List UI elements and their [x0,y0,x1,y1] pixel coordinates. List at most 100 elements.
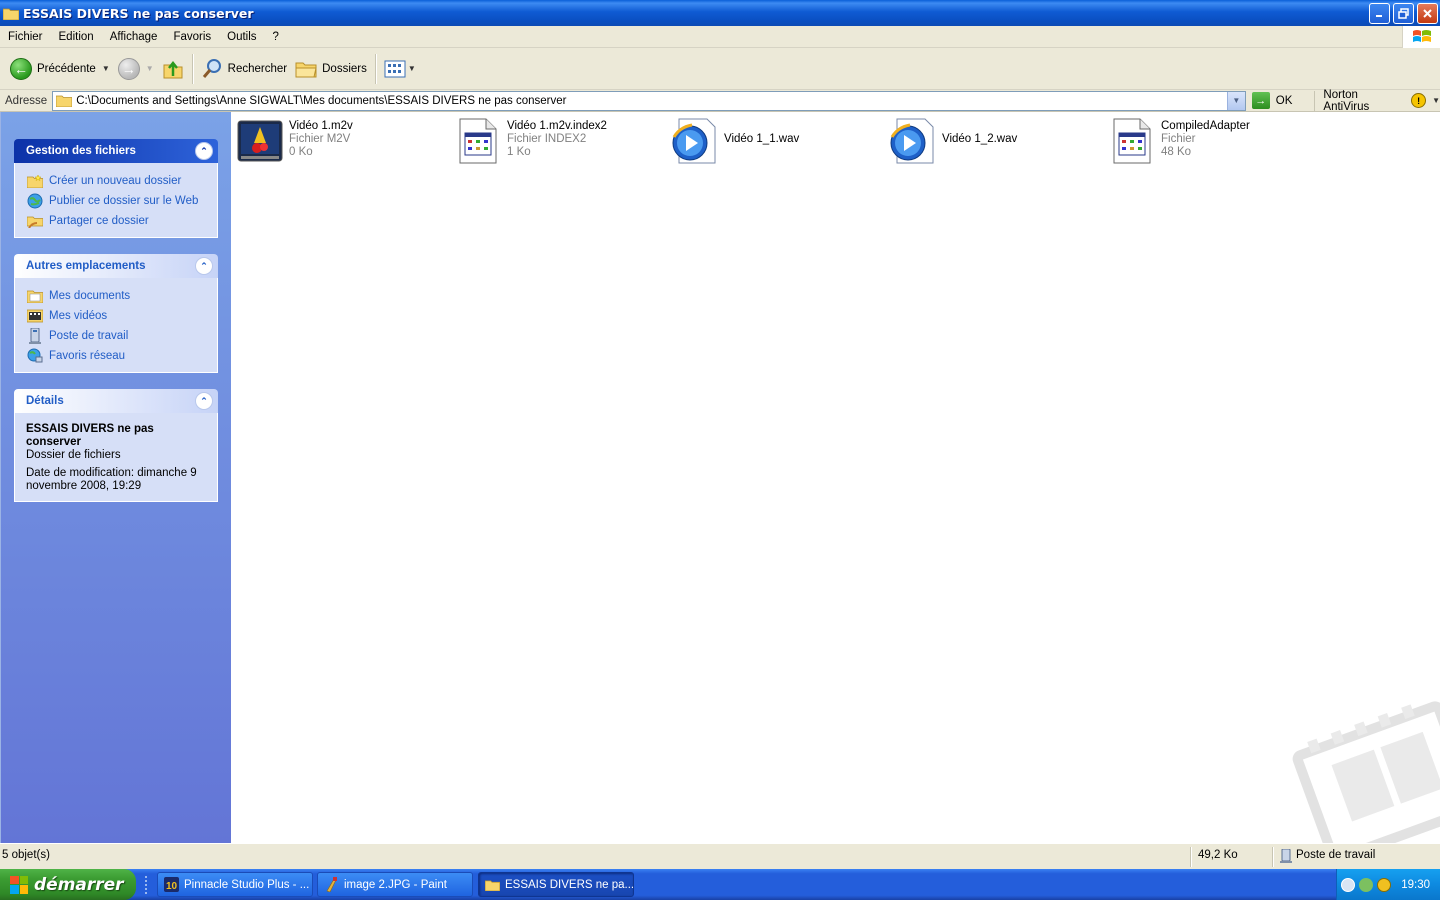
place-label: Mes documents [49,290,131,302]
menu-affichage[interactable]: Affichage [102,31,166,43]
restore-icon [1398,8,1409,19]
taskbar-item-label: Pinnacle Studio Plus - ... [184,878,310,891]
collapse-icon[interactable]: ⌃ [195,257,213,275]
generic-file-icon [1107,116,1157,166]
pinnacle-icon: 10 [164,877,179,892]
menu-edition[interactable]: Edition [51,31,102,43]
views-dropdown-icon[interactable]: ▼ [408,64,416,73]
details-name: ESSAIS DIVERS ne pas conserver [26,423,154,448]
file-name: Vidéo 1.m2v [289,120,353,132]
details-modified: Date de modification: dimanche 9 novembr… [26,467,197,492]
file-name: Vidéo 1.m2v.index2 [507,120,607,132]
m2v-video-icon [235,116,285,166]
file-item[interactable]: CompiledAdapter Fichier 48 Ko [1107,116,1250,166]
place-my-computer[interactable]: Poste de travail [26,326,207,346]
menu-outils[interactable]: Outils [219,31,264,43]
menu-help[interactable]: ? [265,31,287,43]
forward-button[interactable]: → ▼ [114,52,158,86]
file-item[interactable]: Vidéo 1_1.wav [670,116,799,166]
norton-antivirus-toolbar[interactable]: Norton AntiVirus ! ▼ [1314,89,1440,113]
start-button[interactable]: démarrer [0,869,136,900]
task-share-folder[interactable]: Partager ce dossier [26,211,207,231]
task-label: Partager ce dossier [49,215,149,227]
collapse-icon[interactable]: ⌃ [195,392,213,410]
other-places-header[interactable]: Autres emplacements ⌃ [14,254,218,278]
place-label: Mes vidéos [49,310,108,322]
file-name: Vidéo 1_2.wav [942,133,1018,145]
place-my-documents[interactable]: Mes documents [26,286,207,306]
task-publish-web[interactable]: Publier ce dossier sur le Web [26,191,207,211]
minimize-button[interactable] [1369,3,1390,24]
task-label: Créer un nouveau dossier [49,175,182,187]
system-tray: 19:30 [1336,869,1440,900]
clock[interactable]: 19:30 [1401,879,1430,891]
file-size: 0 Ko [289,146,313,158]
folder-icon [485,877,500,892]
address-bar: Adresse C:\Documents and Settings\Anne S… [0,89,1440,113]
other-places-panel: Autres emplacements ⌃ Mes documents Mes … [14,254,218,373]
windows-logo [1402,26,1440,48]
file-view[interactable]: Vidéo 1.m2v Fichier M2V 0 Ko Vidéo 1.m2v… [231,112,1440,843]
title-bar[interactable]: ESSAIS DIVERS ne pas conserver [0,0,1440,26]
back-button[interactable]: ← Précédente ▼ [6,52,114,86]
file-item[interactable]: Vidéo 1.m2v Fichier M2V 0 Ko [235,116,353,166]
address-dropdown-icon[interactable]: ▼ [1226,91,1245,110]
views-button[interactable]: ▼ [380,52,420,86]
taskbar-grip[interactable] [145,876,148,894]
file-type: Fichier M2V [289,133,351,145]
my-computer-icon [26,328,43,344]
place-label: Favoris réseau [49,350,126,362]
details-type: Dossier de fichiers [26,449,121,461]
windows-flag-icon [10,875,28,894]
go-arrow-icon: → [1251,92,1270,109]
paint-icon [324,877,339,892]
details-header[interactable]: Détails ⌃ [14,389,218,413]
go-button[interactable]: → OK [1251,92,1293,109]
folders-button[interactable]: Dossiers [291,52,371,86]
file-size: 48 Ko [1161,146,1192,158]
place-network[interactable]: Favoris réseau [26,346,207,366]
file-name: CompiledAdapter [1161,120,1250,132]
menu-fichier[interactable]: Fichier [0,31,51,43]
norton-tray-icon[interactable] [1377,877,1391,892]
tray-expand-icon[interactable] [1341,877,1355,892]
file-item[interactable]: Vidéo 1.m2v.index2 Fichier INDEX2 1 Ko [453,116,607,166]
place-my-videos[interactable]: Mes vidéos [26,306,207,326]
file-type: Fichier [1161,133,1196,145]
status-size: 49,2 Ko [1198,849,1238,861]
my-computer-icon [1280,849,1292,863]
file-tasks-header[interactable]: Gestion des fichiers ⌃ [14,139,218,163]
media-player-icon [670,116,720,166]
generic-file-icon [453,116,503,166]
file-tasks-panel: Gestion des fichiers ⌃ Créer un nouveau … [14,139,218,238]
close-button[interactable] [1417,3,1438,24]
file-size: 1 Ko [507,146,531,158]
folder-icon [3,8,19,20]
forward-dropdown-icon[interactable]: ▼ [146,64,154,73]
file-type: Fichier INDEX2 [507,133,587,145]
taskbar-item[interactable]: ESSAIS DIVERS ne pa... [478,872,634,897]
toolbar-separator [191,53,193,84]
norton-dropdown-icon[interactable]: ▼ [1432,96,1440,105]
close-icon [1423,9,1432,18]
restore-button[interactable] [1393,3,1414,24]
menu-favoris[interactable]: Favoris [165,31,219,43]
collapse-icon[interactable]: ⌃ [195,142,213,160]
address-input[interactable]: C:\Documents and Settings\Anne SIGWALT\M… [52,90,1246,111]
new-folder-icon [26,173,43,189]
back-dropdown-icon[interactable]: ▼ [102,64,110,73]
go-label: OK [1275,94,1293,107]
network-tray-icon[interactable] [1359,877,1373,892]
my-videos-icon [26,308,43,324]
start-label: démarrer [34,874,124,895]
file-item[interactable]: Vidéo 1_2.wav [888,116,1017,166]
taskbar-item[interactable]: 10 Pinnacle Studio Plus - ... [157,872,313,897]
task-new-folder[interactable]: Créer un nouveau dossier [26,171,207,191]
windows-flag-icon [1412,30,1431,42]
file-name: Vidéo 1_1.wav [724,133,800,145]
up-folder-button[interactable] [158,52,188,86]
search-button[interactable]: Rechercher [197,52,291,86]
back-arrow-icon: ← [10,57,32,80]
folders-icon [295,62,317,77]
taskbar-item[interactable]: image 2.JPG - Paint [317,872,473,897]
